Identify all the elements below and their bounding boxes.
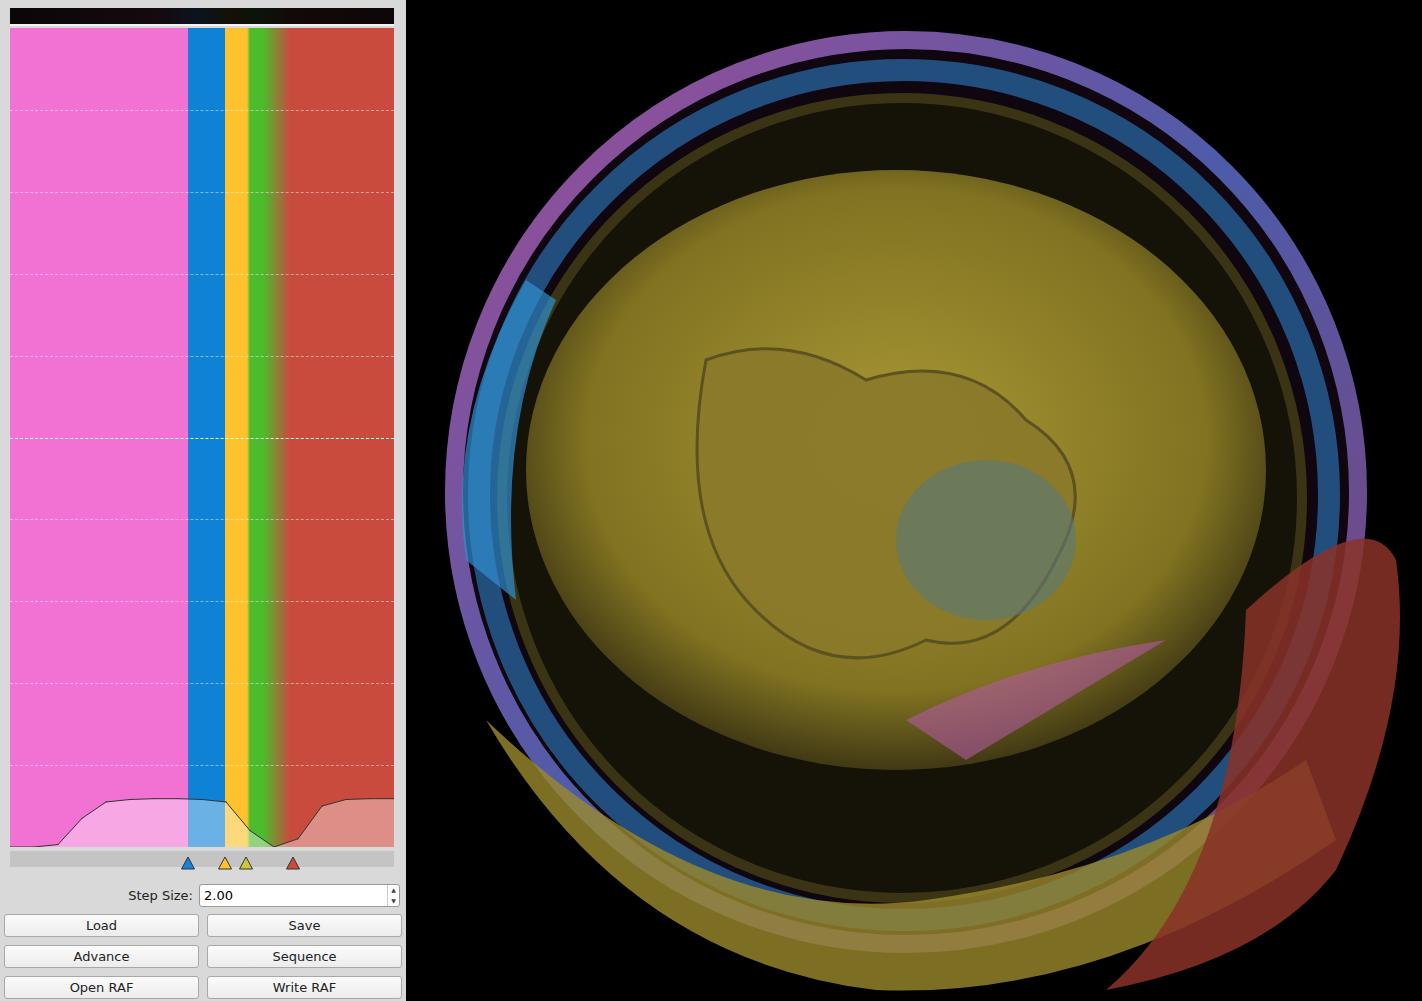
opacity-point[interactable] xyxy=(225,801,226,803)
step-size-spinbox[interactable]: ▲ ▼ xyxy=(199,884,400,907)
grid-line xyxy=(10,601,394,602)
grid-line xyxy=(10,683,394,684)
spin-up-icon[interactable]: ▲ xyxy=(388,885,399,896)
advance-button[interactable]: Advance xyxy=(4,945,199,968)
step-size-input[interactable] xyxy=(200,885,387,906)
opacity-fill xyxy=(10,799,394,847)
opacity-point[interactable] xyxy=(153,798,154,800)
sequence-button[interactable]: Sequence xyxy=(207,945,402,968)
marker-triangle-icon[interactable] xyxy=(239,852,254,866)
grid-line xyxy=(10,356,394,357)
opacity-point[interactable] xyxy=(10,846,11,847)
opacity-point[interactable] xyxy=(105,801,106,803)
grid-line xyxy=(10,274,394,275)
opacity-point[interactable] xyxy=(33,846,34,847)
opacity-point[interactable] xyxy=(249,830,250,832)
opacity-point[interactable] xyxy=(345,799,346,801)
opacity-point[interactable] xyxy=(369,798,370,800)
grid-line xyxy=(10,519,394,520)
marker-triangle-icon[interactable] xyxy=(286,852,301,866)
open-raf-button[interactable]: Open RAF xyxy=(4,976,199,999)
opacity-point[interactable] xyxy=(273,846,274,847)
opacity-point[interactable] xyxy=(297,838,298,840)
step-size-label: Step Size: xyxy=(4,886,199,906)
opacity-point[interactable] xyxy=(321,805,322,807)
step-size-row: Step Size: ▲ ▼ xyxy=(4,884,400,907)
opacity-point[interactable] xyxy=(81,817,82,819)
grid-line xyxy=(10,765,394,766)
load-button[interactable]: Load xyxy=(4,914,199,937)
grid-line xyxy=(10,192,394,193)
volume-render-image xyxy=(406,0,1422,1001)
button-grid: Load Save Advance Sequence Open RAF Write RAF xyxy=(4,914,402,999)
spin-down-icon[interactable]: ▼ xyxy=(388,896,399,907)
marker-triangle-icon[interactable] xyxy=(218,852,233,866)
opacity-point[interactable] xyxy=(393,798,394,800)
opacity-curve[interactable] xyxy=(10,28,394,847)
grid-line xyxy=(10,110,394,111)
transfer-function-chart[interactable] xyxy=(10,28,394,847)
spin-arrows[interactable]: ▲ ▼ xyxy=(387,885,399,906)
grid-line xyxy=(10,438,394,439)
opacity-point[interactable] xyxy=(129,799,130,801)
save-button[interactable]: Save xyxy=(207,914,402,937)
opacity-point[interactable] xyxy=(177,798,178,800)
volume-render-view[interactable] xyxy=(406,0,1422,1001)
transfer-function-panel: Step Size: ▲ ▼ Load Save Advance Sequence Op… xyxy=(0,0,406,1001)
opacity-point[interactable] xyxy=(201,799,202,801)
colormap-preview xyxy=(10,8,394,26)
write-raf-button[interactable]: Write RAF xyxy=(207,976,402,999)
marker-track[interactable] xyxy=(10,851,394,867)
opacity-point[interactable] xyxy=(57,844,58,846)
opacity-line xyxy=(10,799,394,847)
marker-triangle-icon[interactable] xyxy=(181,852,196,866)
